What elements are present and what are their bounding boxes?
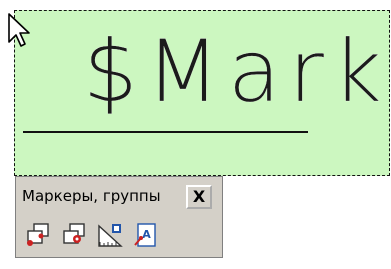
mark-text: $Mark	[83, 22, 390, 122]
markers-toolbar[interactable]: Маркеры, группы X A	[15, 176, 223, 258]
marker-text-icon: A	[134, 223, 156, 247]
close-button[interactable]: X	[186, 185, 212, 209]
marker-edit-icon	[63, 223, 85, 244]
marker-create-button[interactable]	[24, 221, 54, 251]
marker-create-icon	[27, 223, 49, 246]
underline-line	[23, 131, 308, 133]
marker-text-button[interactable]: A	[132, 221, 162, 251]
svg-text:A: A	[142, 228, 151, 241]
marker-dimension-button[interactable]	[96, 221, 126, 251]
marker-edit-button[interactable]	[60, 221, 90, 251]
marker-dimension-icon	[98, 224, 123, 247]
selected-text-object[interactable]: $Mark	[14, 10, 390, 176]
toolbar-title: Маркеры, группы	[22, 187, 161, 205]
arrow-cursor-icon	[8, 13, 30, 47]
toolbar-header[interactable]: Маркеры, группы X	[16, 177, 222, 217]
